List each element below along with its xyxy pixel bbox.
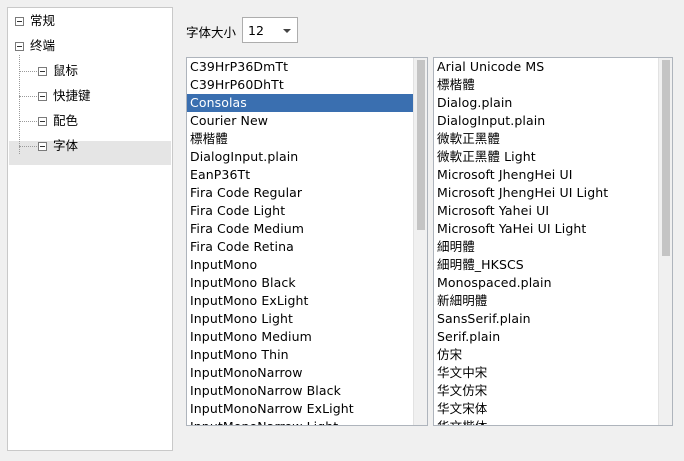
collapse-icon[interactable] bbox=[38, 67, 47, 76]
scrollbar[interactable] bbox=[658, 58, 672, 425]
tree-item-label: 鼠标 bbox=[53, 60, 78, 82]
tree-guide-branch bbox=[19, 71, 37, 72]
list-item[interactable]: Microsoft YaHei UI Light bbox=[434, 220, 658, 238]
list-item[interactable]: InputMonoNarrow Black bbox=[187, 382, 413, 400]
list-item[interactable]: Microsoft JhengHei UI bbox=[434, 166, 658, 184]
list-item[interactable]: SansSerif.plain bbox=[434, 310, 658, 328]
collapse-icon[interactable] bbox=[15, 42, 24, 51]
list-item[interactable]: Arial Unicode MS bbox=[434, 58, 658, 76]
collapse-icon[interactable] bbox=[38, 117, 47, 126]
list-item[interactable]: Fira Code Regular bbox=[187, 184, 413, 202]
list-item[interactable]: EanP36Tt bbox=[187, 166, 413, 184]
list-item[interactable]: 华文中宋 bbox=[434, 364, 658, 382]
list-item[interactable]: Microsoft Yahei UI bbox=[434, 202, 658, 220]
list-item[interactable]: InputMono Thin bbox=[187, 346, 413, 364]
scrollbar-thumb[interactable] bbox=[417, 60, 425, 230]
tree-item-colors[interactable]: 配色 bbox=[38, 110, 78, 132]
chevron-down-icon[interactable] bbox=[283, 29, 291, 33]
list-item[interactable]: DialogInput.plain bbox=[434, 112, 658, 130]
tree-guide-branch bbox=[19, 96, 37, 97]
font-size-select[interactable]: 12 bbox=[242, 17, 298, 43]
list-item[interactable]: 微軟正黑體 bbox=[434, 130, 658, 148]
list-item[interactable]: 华文仿宋 bbox=[434, 382, 658, 400]
list-item[interactable]: 細明體_HKSCS bbox=[434, 256, 658, 274]
list-item[interactable]: InputMonoNarrow bbox=[187, 364, 413, 382]
tree-guide-branch bbox=[19, 121, 37, 122]
scrollbar-thumb[interactable] bbox=[662, 60, 670, 256]
monospace-font-rows: C39HrP36DmTtC39HrP60DhTtConsolasCourier … bbox=[187, 58, 413, 425]
list-item[interactable]: C39HrP36DmTt bbox=[187, 58, 413, 76]
tree-item-shortcuts[interactable]: 快捷键 bbox=[38, 85, 91, 107]
collapse-icon[interactable] bbox=[38, 142, 47, 151]
settings-tree: 常规 终端 鼠标 快捷键 配色 字体 bbox=[7, 7, 173, 451]
list-item[interactable]: DialogInput.plain bbox=[187, 148, 413, 166]
tree-item-font[interactable]: 字体 bbox=[38, 135, 78, 157]
list-item[interactable]: InputMono bbox=[187, 256, 413, 274]
list-item[interactable]: Dialog.plain bbox=[434, 94, 658, 112]
fallback-font-rows: Arial Unicode MS標楷體Dialog.plainDialogInp… bbox=[434, 58, 658, 425]
list-item[interactable]: Courier New bbox=[187, 112, 413, 130]
list-item[interactable]: Monospaced.plain bbox=[434, 274, 658, 292]
list-item[interactable]: 標楷體 bbox=[187, 130, 413, 148]
list-item[interactable]: Fira Code Retina bbox=[187, 238, 413, 256]
list-item[interactable]: 新細明體 bbox=[434, 292, 658, 310]
list-item[interactable]: InputMono Medium bbox=[187, 328, 413, 346]
scrollbar[interactable] bbox=[413, 58, 427, 425]
tree-item-label: 快捷键 bbox=[53, 85, 91, 107]
font-size-value: 12 bbox=[248, 23, 264, 38]
collapse-icon[interactable] bbox=[15, 17, 24, 26]
list-item[interactable]: InputMono Black bbox=[187, 274, 413, 292]
list-item[interactable]: 細明體 bbox=[434, 238, 658, 256]
tree-item-label: 常规 bbox=[30, 10, 55, 32]
tree-guide-line bbox=[19, 55, 20, 154]
list-item[interactable]: 华文宋体 bbox=[434, 400, 658, 418]
list-item[interactable]: Consolas bbox=[187, 94, 413, 112]
list-item[interactable]: 標楷體 bbox=[434, 76, 658, 94]
tree-guide-branch bbox=[19, 146, 37, 147]
tree-item-general[interactable]: 常规 bbox=[15, 10, 55, 32]
list-item[interactable]: Fira Code Light bbox=[187, 202, 413, 220]
font-size-label: 字体大小 bbox=[186, 22, 236, 41]
list-item[interactable]: C39HrP60DhTt bbox=[187, 76, 413, 94]
list-item[interactable]: Fira Code Medium bbox=[187, 220, 413, 238]
list-item[interactable]: Serif.plain bbox=[434, 328, 658, 346]
tree-item-label: 终端 bbox=[30, 35, 55, 57]
list-item[interactable]: Microsoft JhengHei UI Light bbox=[434, 184, 658, 202]
tree-item-label: 配色 bbox=[53, 110, 78, 132]
tree-item-mouse[interactable]: 鼠标 bbox=[38, 60, 78, 82]
tree-item-terminal[interactable]: 终端 bbox=[15, 35, 55, 57]
tree-selection-highlight bbox=[9, 141, 171, 165]
monospace-font-list[interactable]: C39HrP36DmTtC39HrP60DhTtConsolasCourier … bbox=[186, 57, 428, 426]
list-item[interactable]: InputMono Light bbox=[187, 310, 413, 328]
list-item[interactable]: InputMonoNarrow Light bbox=[187, 418, 413, 425]
list-item[interactable]: 微軟正黑體 Light bbox=[434, 148, 658, 166]
collapse-icon[interactable] bbox=[38, 92, 47, 101]
list-item[interactable]: 华文楷体 bbox=[434, 418, 658, 425]
list-item[interactable]: 仿宋 bbox=[434, 346, 658, 364]
tree-item-label: 字体 bbox=[53, 135, 78, 157]
list-item[interactable]: InputMonoNarrow ExLight bbox=[187, 400, 413, 418]
list-item[interactable]: InputMono ExLight bbox=[187, 292, 413, 310]
fallback-font-list[interactable]: Arial Unicode MS標楷體Dialog.plainDialogInp… bbox=[433, 57, 673, 426]
